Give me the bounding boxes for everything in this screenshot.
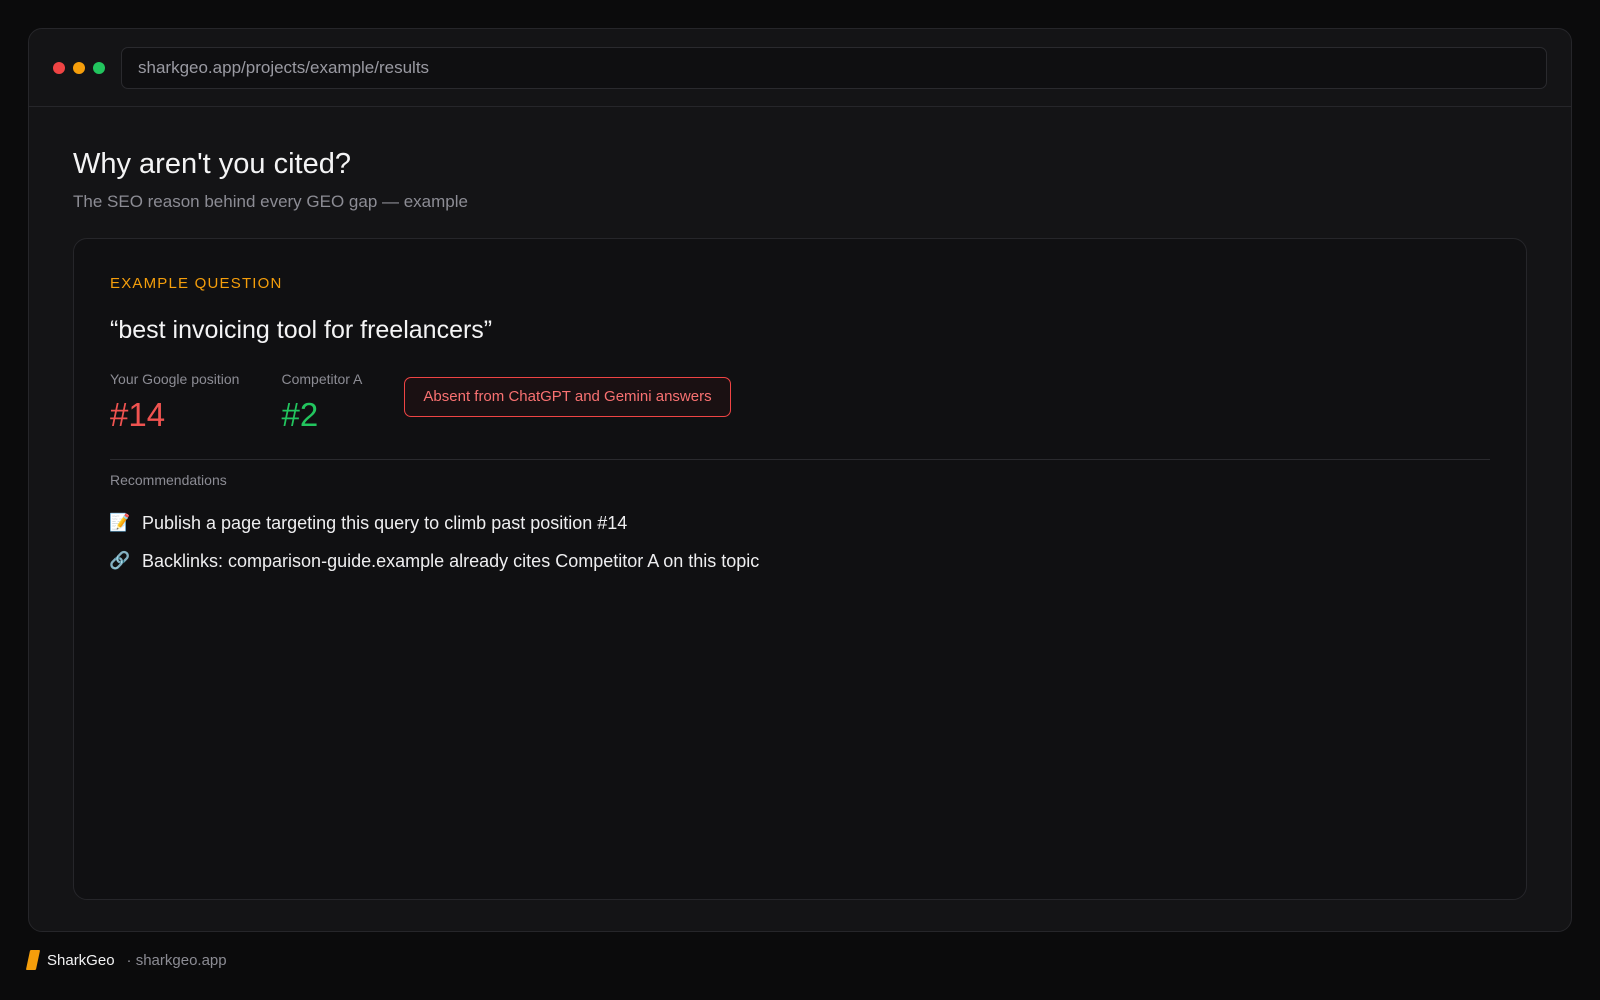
example-question-card: EXAMPLE QUESTION “best invoicing tool fo… [73,237,1527,900]
browser-titlebar: sharkgeo.app/projects/example/results [29,29,1571,107]
divider [110,459,1490,461]
memo-icon: 📝 [109,513,131,533]
minimize-window-dot[interactable] [73,61,85,74]
recommendations-list: 📝 Publish a page targeting this query to… [109,504,1490,580]
recommendation-text: Backlinks: comparison-guide.example alre… [142,550,760,571]
window-controls [53,61,105,74]
recommendation-item: 📝 Publish a page targeting this query to… [109,504,1490,542]
card-eyebrow: EXAMPLE QUESTION [110,274,283,292]
recommendation-item: 🔗 Backlinks: comparison-guide.example al… [109,542,1490,580]
brand-domain[interactable]: · sharkgeo.app [127,952,227,969]
maximize-window-dot[interactable] [93,61,105,74]
sharkgeo-logo-icon [25,950,41,970]
close-window-dot[interactable] [53,61,65,74]
brand-name[interactable]: SharkGeo [47,952,115,969]
page-title: Why aren't you cited? [73,148,351,180]
page-content: Why aren't you cited? The SEO reason beh… [29,107,1571,900]
link-icon: 🔗 [109,551,131,571]
stat-label: Competitor A [281,370,363,387]
address-bar-url: sharkgeo.app/projects/example/results [138,57,430,77]
address-bar[interactable]: sharkgeo.app/projects/example/results [121,46,1547,89]
stat-value: #2 [281,395,319,433]
recommendation-text: Publish a page targeting this query to c… [142,512,628,533]
position-stats: Your Google position #14 Competitor A #2… [110,371,1490,433]
absent-status-badge: Absent from ChatGPT and Gemini answers [404,376,731,417]
stat-label: Your Google position [110,370,240,387]
stat-value: #14 [110,395,166,433]
question-text: “best invoicing tool for freelancers” [110,315,493,344]
recommendations-heading: Recommendations [110,472,227,489]
page-subtitle: The SEO reason behind every GEO gap — ex… [73,191,468,211]
footer-brand: SharkGeo · sharkgeo.app [25,950,227,970]
stat-competitor-position: Competitor A #2 [281,371,362,433]
browser-window: sharkgeo.app/projects/example/results Wh… [28,28,1572,932]
stat-your-position: Your Google position #14 [110,371,239,433]
